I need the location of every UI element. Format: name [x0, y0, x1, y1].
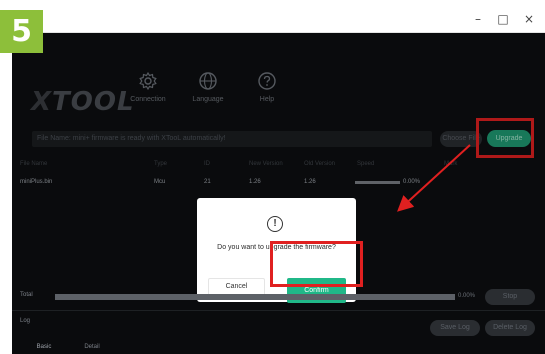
delete-log-button[interactable]: Delete Log [485, 320, 535, 336]
red-arrow-annotation [397, 144, 471, 212]
log-label: Log [20, 318, 31, 324]
app-window: – □ × XTOOL Connection Language Help Fil… [12, 5, 545, 354]
total-row: Total 0.00% Stop [12, 289, 545, 305]
close-button[interactable]: × [519, 11, 539, 27]
log-tabs: Basic Detail [24, 340, 124, 354]
app-body: XTOOL Connection Language Help File Name… [12, 33, 545, 354]
step-badge: 5 [0, 10, 43, 53]
total-progress-bar [55, 294, 455, 300]
total-percent: 0.00% [458, 293, 476, 299]
stop-button[interactable]: Stop [485, 289, 535, 305]
maximize-button[interactable]: □ [493, 11, 513, 27]
title-bar: – □ × [12, 5, 545, 33]
save-log-button[interactable]: Save Log [430, 320, 480, 336]
tab-basic[interactable]: Basic [24, 340, 64, 354]
tab-detail[interactable]: Detail [72, 340, 112, 354]
divider [12, 310, 545, 311]
total-label: Total [20, 292, 33, 298]
minimize-button[interactable]: – [468, 11, 488, 27]
